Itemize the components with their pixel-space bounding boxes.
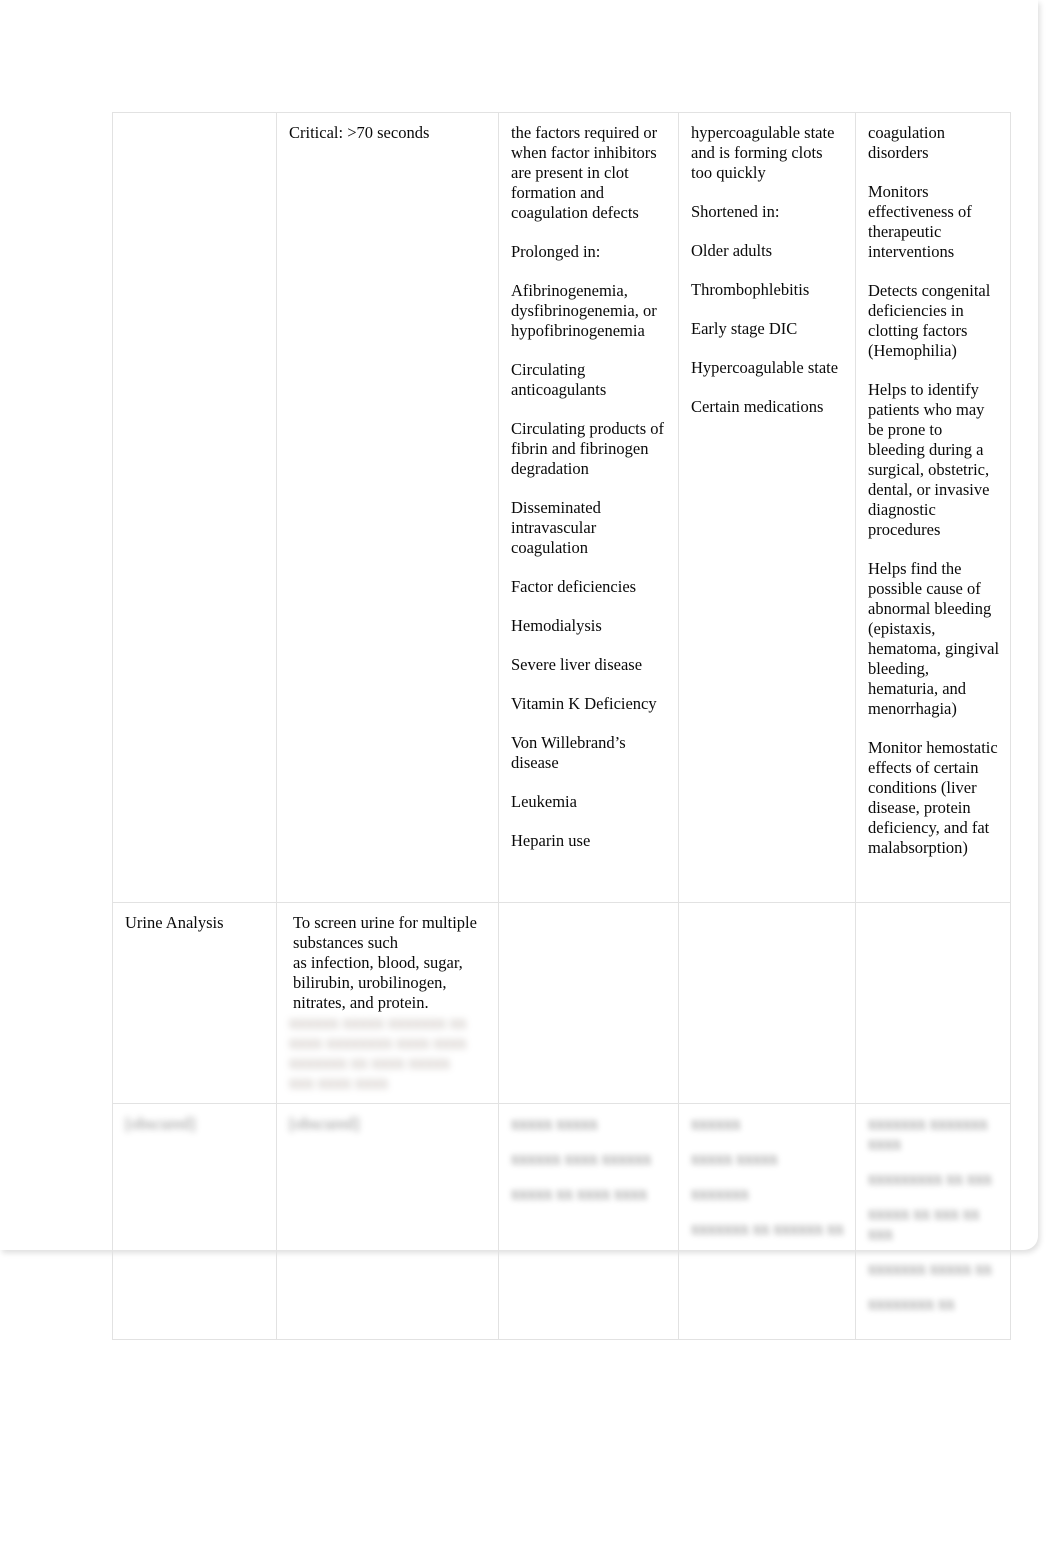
cell-bottom-col2: [obscured] xyxy=(276,1103,499,1340)
indication-paragraph: Von Willebrand’s disease xyxy=(511,733,626,772)
obscured-text-block: xxxxxx xxxxx xxxxx xxxxxxx xxxxxxx xx xx… xyxy=(691,1114,845,1239)
nursing-paragraph: Monitor hemostatic effects of certain co… xyxy=(868,738,998,857)
obscured-line: xxxxxxx xxxxx xx xyxy=(868,1259,992,1278)
cell-interpretation: hypercoagulable state and is forming clo… xyxy=(678,112,856,903)
obscured-line: xxxxx xxxxx xyxy=(511,1114,598,1133)
table-row-highlighted: Urine Analysis To screen urine for multi… xyxy=(112,902,1011,1104)
interpretation-paragraph: Hypercoagulable state xyxy=(691,358,839,377)
obscured-line: xxxxxxx xx xxxxxx xx xyxy=(691,1219,844,1238)
nursing-paragraph: coagulation disorders xyxy=(868,123,945,162)
cell-bottom-col1: [obscured] xyxy=(112,1103,277,1340)
cell-normal-values: Critical: >70 seconds xyxy=(276,112,499,903)
nursing-paragraph: Helps find the possible cause of abnorma… xyxy=(868,559,1000,718)
obscured-line: xxxxxxxx xx xyxy=(868,1294,955,1313)
obscured-line: xxxxxx xxxx xxxxxx xyxy=(511,1149,652,1168)
urine-purpose-line-1: To screen urine for multiple substances … xyxy=(293,913,477,952)
obscured-text-block: xxxxxxx xxxxxxx xxxx xxxxxxxxx xx xxx xx… xyxy=(868,1114,1000,1314)
obscured-text-block: xxxxx xxxxx xxxxxx xxxx xxxxxx xxxxx xx … xyxy=(511,1114,668,1204)
cell-purpose-urine: To screen urine for multiple substances … xyxy=(276,902,499,1104)
obscured-line: xxxx xxxxxxxx xxxx xxxx xyxy=(289,1033,467,1052)
table-row: Critical: >70 seconds the factors requir… xyxy=(112,112,1011,903)
indication-paragraph: Severe liver disease xyxy=(511,655,643,674)
obscured-line: xxxxxxx xxxxxxx xxxx xyxy=(868,1114,988,1153)
interpretation-paragraph: Certain medications xyxy=(691,397,824,416)
obscured-text-block: xxxxxx xxxxx xxxxxxx xx xxxx xxxxxxxx xx… xyxy=(289,1013,488,1093)
interpretation-paragraph: Early stage DIC xyxy=(691,319,798,338)
indication-paragraph: Circulating products of fibrin and fibri… xyxy=(511,419,665,478)
cell-bottom-col5: xxxxxxx xxxxxxx xxxx xxxxxxxxx xx xxx xx… xyxy=(855,1103,1011,1340)
interpretation-paragraph: Shortened in: xyxy=(691,202,780,221)
indication-paragraph: Hemodialysis xyxy=(511,616,602,635)
indication-paragraph: Leukemia xyxy=(511,792,577,811)
interpretation-paragraph: Older adults xyxy=(691,241,773,260)
obscured-text-block: [obscured] xyxy=(289,1114,488,1134)
indication-paragraph: the factors required or when factor inhi… xyxy=(511,123,658,222)
cell-urine-col5 xyxy=(855,902,1011,1104)
critical-value-text: Critical: >70 seconds xyxy=(289,123,430,142)
cell-nursing-considerations: coagulation disorders Monitors effective… xyxy=(855,112,1011,903)
obscured-line: xxxxx xx xxx xx xxx xyxy=(868,1204,980,1243)
indication-paragraph: Afibrinogenemia, dysfibrinogenemia, or h… xyxy=(511,281,657,340)
obscured-line: xxxxxx xxxxx xxxxxxx xx xyxy=(289,1013,467,1032)
obscured-line: xxxxx xx xxxx xxxx xyxy=(511,1184,648,1203)
obscured-line: [obscured] xyxy=(289,1114,360,1133)
cell-bottom-col3: xxxxx xxxxx xxxxxx xxxx xxxxxx xxxxx xx … xyxy=(498,1103,679,1340)
obscured-line: xxxxxxx xx xxxx xxxxx xyxy=(289,1053,450,1072)
interpretation-paragraph: hypercoagulable state and is forming clo… xyxy=(691,123,835,182)
cell-urine-col3 xyxy=(498,902,679,1104)
indication-paragraph: Disseminated intravascular coagulation xyxy=(511,498,601,557)
cell-urine-col4 xyxy=(678,902,856,1104)
indication-paragraph: Factor deficiencies xyxy=(511,577,637,596)
indication-paragraph: Circulating anticoagulants xyxy=(511,360,607,399)
cell-test-name xyxy=(112,112,277,903)
obscured-line: xxxxxxx xyxy=(691,1184,749,1203)
cell-indications: the factors required or when factor inhi… xyxy=(498,112,679,903)
table-row-partial: [obscured] [obscured] xxxxx xxxxx xxxxxx… xyxy=(112,1103,1011,1340)
document-page-sheet: Critical: >70 seconds the factors requir… xyxy=(0,0,1038,1340)
obscured-line: xxxxxx xyxy=(691,1114,741,1133)
obscured-line: xxxxx xxxxx xyxy=(691,1149,778,1168)
cell-bottom-col4: xxxxxx xxxxx xxxxx xxxxxxx xxxxxxx xx xx… xyxy=(678,1103,856,1340)
obscured-line: xxx xxxx xxxx xyxy=(289,1073,388,1092)
cell-test-name-urine: Urine Analysis xyxy=(112,902,277,1104)
indication-paragraph: Heparin use xyxy=(511,831,591,850)
indication-paragraph: Prolonged in: xyxy=(511,242,601,261)
obscured-text-block: [obscured] xyxy=(125,1114,266,1134)
nursing-paragraph: Helps to identify patients who may be pr… xyxy=(868,380,990,539)
obscured-line: [obscured] xyxy=(125,1114,196,1133)
indication-paragraph: Vitamin K Deficiency xyxy=(511,694,657,713)
obscured-line: xxxxxxxxx xx xxx xyxy=(868,1169,992,1188)
lab-values-table: Critical: >70 seconds the factors requir… xyxy=(112,112,1011,1340)
test-name-urine-analysis: Urine Analysis xyxy=(125,913,224,932)
nursing-paragraph: Detects congenital deficiencies in clott… xyxy=(868,281,991,360)
nursing-paragraph: Monitors effectiveness of therapeutic in… xyxy=(868,182,972,261)
urine-purpose-line-2: as infection, blood, sugar, bilirubin, u… xyxy=(293,953,463,1012)
interpretation-paragraph: Thrombophlebitis xyxy=(691,280,810,299)
